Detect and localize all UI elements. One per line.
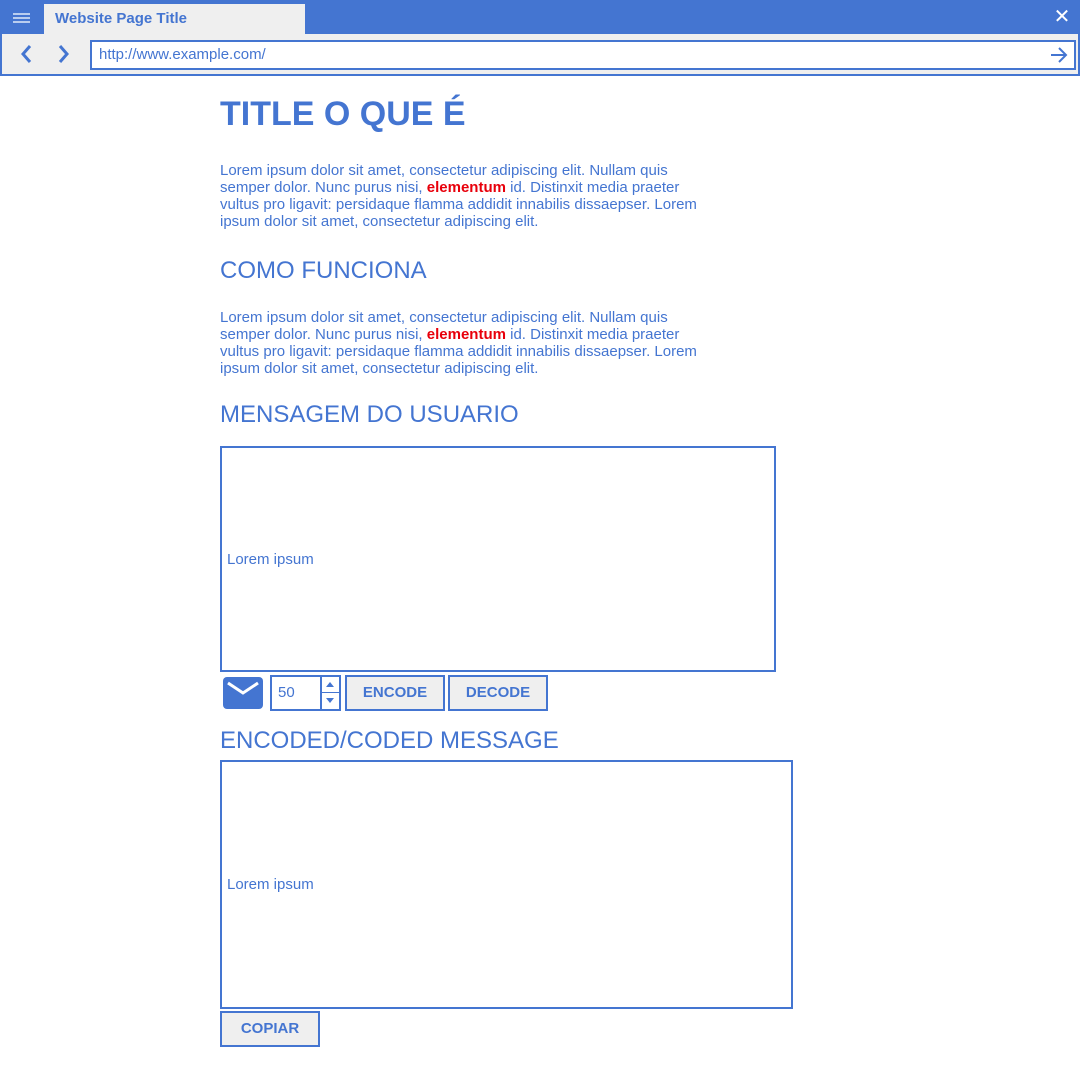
tab-title: Website Page Title [55, 10, 187, 27]
browser-navbar: http://www.example.com/ [0, 34, 1080, 76]
how-highlight: elementum [426, 326, 506, 343]
forward-arrow-icon[interactable] [51, 42, 75, 66]
address-bar[interactable]: http://www.example.com/ [90, 40, 1076, 70]
envelope-icon [223, 677, 263, 709]
intro-paragraph: Lorem ipsum dolor sit amet, consectetur … [220, 162, 720, 230]
encoded-message-textarea[interactable]: Lorem ipsum [220, 760, 793, 1009]
shift-stepper[interactable]: 50 [270, 675, 341, 711]
stepper-buttons [320, 677, 339, 709]
back-arrow-icon[interactable] [15, 42, 39, 66]
stepper-down-button[interactable] [322, 693, 339, 709]
url-text: http://www.example.com/ [99, 46, 266, 63]
decode-button[interactable]: DECODE [448, 675, 548, 711]
how-paragraph: Lorem ipsum dolor sit amet, consectetur … [220, 309, 720, 377]
user-message-text: Lorem ipsum [227, 550, 314, 568]
how-heading: COMO FUNCIONA [220, 257, 427, 284]
stepper-value: 50 [278, 684, 295, 701]
browser-titlebar: Website Page Title ✕ [0, 0, 1080, 34]
user-message-heading: MENSAGEM DO USUARIO [220, 401, 519, 428]
user-message-textarea[interactable]: Lorem ipsum [220, 446, 776, 672]
stepper-up-button[interactable] [322, 677, 339, 693]
encoded-message-text: Lorem ipsum [227, 876, 314, 893]
page-title: TITLE O QUE É [220, 95, 466, 133]
caret-down-icon [326, 698, 334, 703]
go-arrow-icon[interactable] [1049, 45, 1069, 65]
encoded-heading: ENCODED/CODED MESSAGE [220, 727, 559, 754]
intro-highlight: elementum [426, 179, 506, 196]
close-icon[interactable]: ✕ [1052, 5, 1072, 29]
copy-button[interactable]: COPIAR [220, 1011, 320, 1047]
menu-icon[interactable] [8, 6, 36, 30]
encode-button[interactable]: ENCODE [345, 675, 445, 711]
browser-tab[interactable]: Website Page Title [44, 4, 305, 34]
caret-up-icon [326, 682, 334, 687]
encode-controls: 50 ENCODE DECODE [220, 675, 560, 711]
